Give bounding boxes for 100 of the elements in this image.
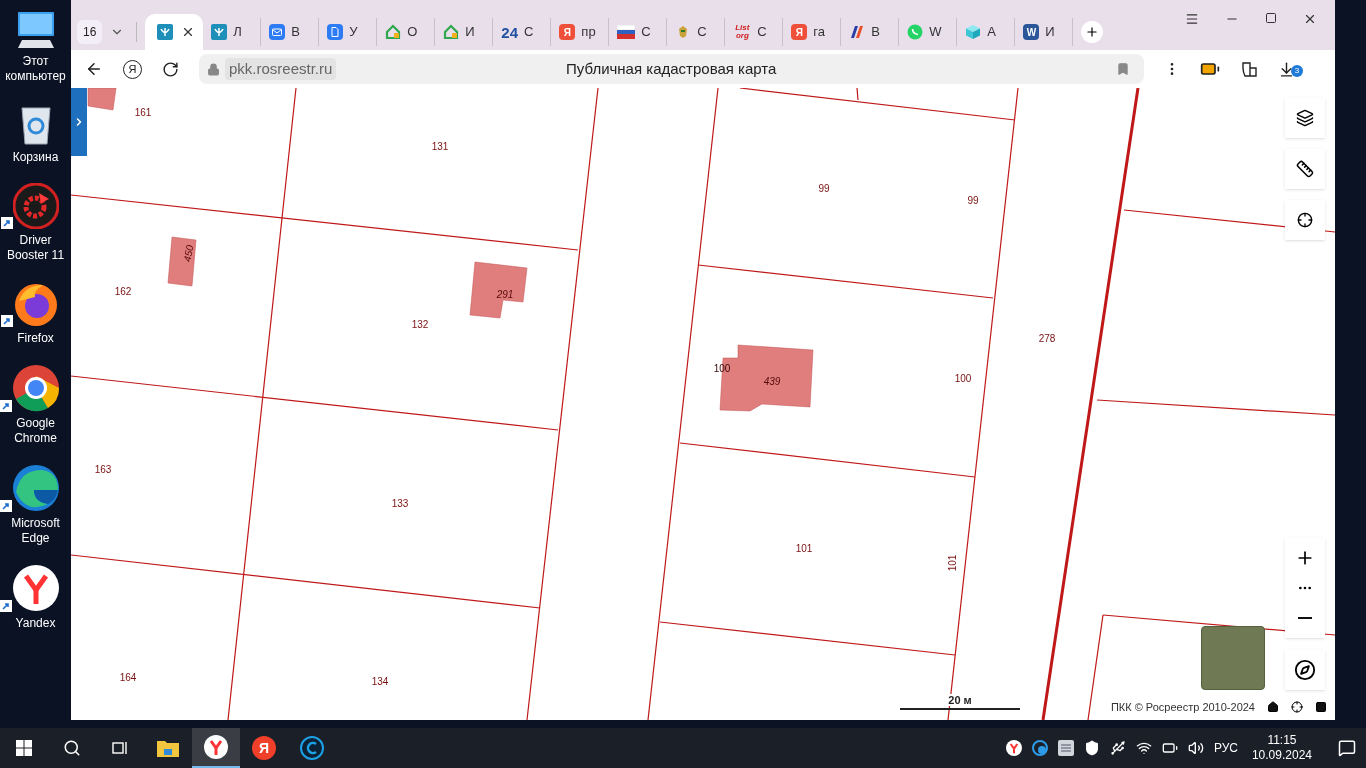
settings-panel-icon[interactable]: [1057, 740, 1074, 756]
browser-tab[interactable]: У: [319, 18, 378, 46]
browser-tab[interactable]: Я пр: [551, 18, 610, 46]
page-title: Публичная кадастровая карта: [565, 58, 778, 79]
wifi-icon[interactable]: [1135, 740, 1152, 756]
browser-logo-icon: [11, 564, 60, 612]
cadastral-map[interactable]: 161 131 99 99 162 132 100 278 163 133 101 101 164 134 450 291 439 100 20 м ПКК © Росреестр 2010-2024: [71, 88, 1335, 720]
parcel-number: 101: [947, 554, 958, 572]
layers-button[interactable]: [1285, 98, 1325, 138]
address-bar[interactable]: pkk.rosreestr.ru Публичная кадастровая карта: [199, 54, 1144, 84]
parcel-number: 101: [795, 543, 813, 554]
flag-icon: [617, 25, 636, 39]
desktop-icon-label[interactable]: Firefox: [17, 331, 54, 346]
tab-counter[interactable]: 16: [77, 20, 103, 44]
yandex-favicon: Я: [559, 24, 576, 40]
chat-bubble-icon: [907, 24, 924, 40]
speaker-icon[interactable]: [1187, 740, 1204, 756]
windows-logo-icon: [16, 740, 32, 756]
taskbar-app[interactable]: Я: [240, 728, 288, 768]
minus-icon: [1298, 617, 1312, 619]
yandex-logo: Я: [252, 736, 276, 760]
ruler-icon: [1296, 160, 1314, 178]
extension-icon[interactable]: [1240, 60, 1258, 78]
browser-tab[interactable]: W И: [1015, 18, 1074, 46]
desktop-icon-label[interactable]: Этот компьютер: [0, 54, 71, 84]
desktop-icon-label[interactable]: Driver Booster 11: [0, 233, 71, 263]
desktop-icon-label[interactable]: Google Chrome: [0, 416, 71, 446]
locate-button[interactable]: [1285, 200, 1325, 240]
desktop-icon-label[interactable]: Microsoft Edge: [0, 516, 71, 546]
close-icon[interactable]: [1303, 12, 1317, 26]
document-icon: [327, 24, 344, 40]
parcel-number: 133: [391, 498, 409, 509]
browser-tab[interactable]: W: [899, 18, 958, 46]
browser-tab[interactable]: В: [841, 18, 900, 46]
browser-tab[interactable]: И: [435, 18, 494, 46]
browser-tab[interactable]: [145, 14, 204, 50]
layers-icon: [1296, 109, 1314, 127]
target-icon[interactable]: [1291, 701, 1303, 713]
browser-tab[interactable]: О: [377, 18, 436, 46]
browser-logo-icon[interactable]: [1005, 740, 1022, 756]
house-icon: [443, 24, 460, 40]
browser-tab[interactable]: 24 С: [493, 18, 552, 46]
usb-icon[interactable]: [1109, 740, 1126, 756]
desktop-icon-label[interactable]: Yandex: [15, 616, 56, 631]
compass-button[interactable]: [1285, 650, 1325, 690]
reload-icon[interactable]: [162, 60, 179, 78]
ruler-button[interactable]: [1285, 149, 1325, 189]
home-icon[interactable]: [1267, 701, 1279, 713]
sidebar-toggle[interactable]: [71, 88, 87, 156]
taskbar-app[interactable]: [192, 728, 240, 768]
crosshair-icon: [1297, 212, 1313, 228]
clock-time: 11:15: [1267, 733, 1297, 748]
attribution-text: ПКК © Росреестр 2010-2024: [1110, 699, 1255, 715]
satellite-thumbnail[interactable]: [1201, 626, 1265, 690]
gear-icon: [12, 183, 59, 229]
maximize-icon[interactable]: [1265, 12, 1277, 24]
shield-icon[interactable]: [1083, 740, 1100, 756]
cube-icon: [965, 24, 982, 40]
favicon-text: 24: [501, 24, 519, 40]
battery-icon[interactable]: [1161, 740, 1178, 756]
info-badge-icon[interactable]: [1031, 740, 1048, 756]
folder-icon: [157, 739, 179, 757]
browser-tab[interactable]: С: [609, 18, 668, 46]
bookmark-icon[interactable]: [1116, 62, 1130, 76]
language-indicator[interactable]: РУС: [1213, 739, 1238, 757]
lock-icon: [207, 62, 220, 76]
task-view-icon: [111, 740, 129, 756]
building-footprint: [469, 261, 528, 319]
new-tab-button[interactable]: [1081, 21, 1104, 43]
browser-tab[interactable]: С: [667, 18, 726, 46]
house-icon: [385, 24, 402, 40]
tab-title: W: [929, 23, 942, 42]
window-icon[interactable]: [1315, 701, 1327, 713]
browser-tab[interactable]: А: [957, 18, 1016, 46]
parcel-number: 161: [134, 107, 152, 118]
parcel-number: 99: [967, 195, 979, 206]
parcel-number: 100: [954, 373, 972, 384]
tab-title: Л: [233, 23, 242, 42]
download-icon[interactable]: [1278, 60, 1295, 78]
building-number: 450: [181, 244, 196, 263]
clock-date: 10.09.2024: [1251, 748, 1312, 763]
clock[interactable]: 11:15 10.09.2024: [1247, 733, 1316, 763]
url-text: pkk.rosreestr.ru: [225, 58, 337, 80]
menu-icon[interactable]: [1185, 12, 1199, 26]
parcel-number: 132: [411, 319, 429, 330]
tab-title: И: [1045, 23, 1055, 42]
back-icon[interactable]: [85, 60, 103, 78]
parcel-number: 99: [818, 183, 830, 194]
tab-title: В: [291, 23, 301, 42]
building-number: 291: [496, 289, 514, 300]
tab-title: С: [524, 23, 534, 42]
tab-title: С: [641, 23, 651, 42]
browser-tab[interactable]: Л: [203, 18, 262, 46]
tab-title: У: [349, 23, 358, 42]
desktop-icon-label[interactable]: Корзина: [12, 150, 59, 165]
notifications-icon[interactable]: [1338, 739, 1356, 757]
browser-tab[interactable]: В: [261, 18, 320, 46]
firefox-icon: [12, 281, 59, 327]
c-logo-icon: [300, 736, 324, 760]
browser-tab[interactable]: Я га: [783, 18, 842, 46]
